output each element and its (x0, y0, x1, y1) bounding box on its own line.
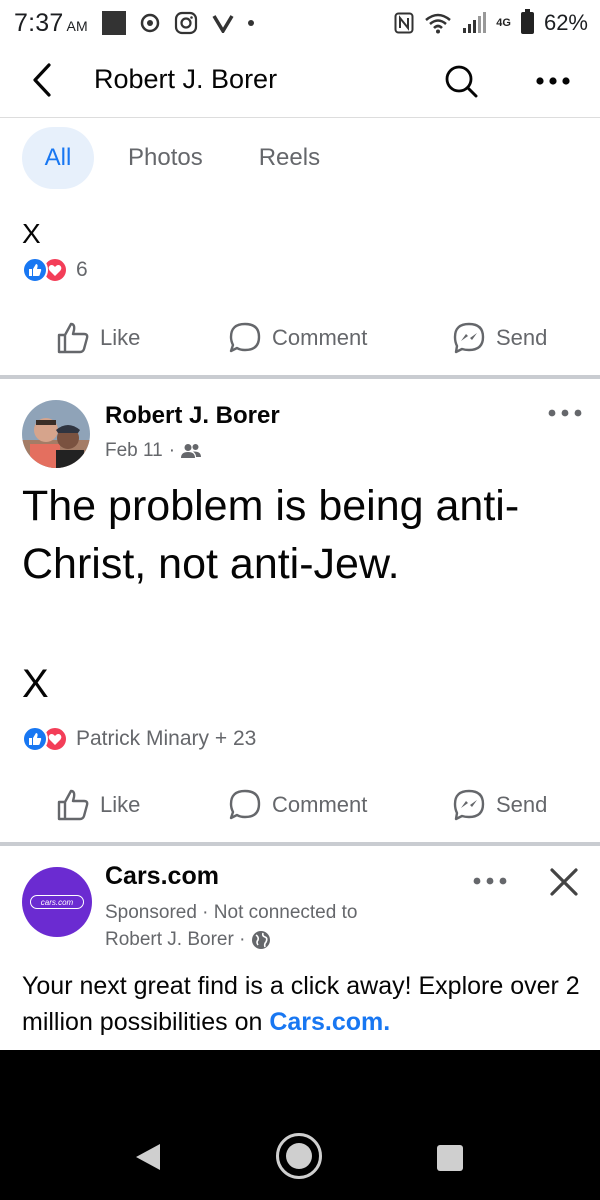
friends-audience-icon (181, 444, 202, 458)
status-bar: 7:37 AM 4G 62% (0, 0, 600, 46)
send-button[interactable]: Send (452, 780, 547, 830)
tab-all[interactable]: All (22, 127, 94, 189)
ad-link[interactable]: Cars.com. (269, 1008, 390, 1036)
post-options-button[interactable] (545, 398, 585, 428)
wifi-icon (425, 13, 452, 34)
back-button[interactable] (22, 60, 62, 100)
nav-recents-icon[interactable] (437, 1145, 463, 1171)
advertiser-name[interactable]: Cars.com (105, 862, 219, 891)
more-options-button[interactable] (530, 60, 576, 102)
search-icon (445, 65, 478, 98)
reaction-names: Patrick Minary + 23 (76, 727, 257, 750)
advertiser-avatar[interactable]: cars.com (22, 867, 92, 937)
header-divider (0, 117, 600, 118)
send-label: Send (496, 325, 548, 350)
avatar[interactable] (22, 400, 90, 468)
verizon-icon (212, 15, 234, 33)
instagram-icon (174, 11, 197, 35)
chevron-left-icon (33, 63, 51, 97)
send-label: Send (496, 792, 548, 817)
like-label: Like (100, 325, 141, 350)
sponsored-label: Sponsored · Not connected to (105, 902, 358, 923)
home-icon (286, 1143, 312, 1169)
like-button[interactable]: Like (56, 780, 140, 830)
like-reaction-icon (22, 257, 48, 283)
tab-reels[interactable]: Reels (259, 127, 320, 189)
search-button[interactable] (440, 60, 482, 102)
like-button[interactable]: Like (56, 313, 140, 363)
comment-icon (229, 322, 261, 353)
post-divider (0, 375, 600, 379)
ad-options-button[interactable] (470, 866, 510, 896)
status-time: 7:37 AM (14, 8, 88, 37)
notification-square-icon (101, 11, 126, 35)
filter-tabs: All Photos Reels (22, 126, 320, 190)
post-action-bar: Like Comment Send (0, 313, 600, 363)
thumbs-up-icon (57, 322, 89, 354)
meta-separator: · (168, 440, 176, 461)
post-author[interactable]: Robert J. Borer (105, 402, 280, 430)
more-notifications-dot-icon (247, 20, 254, 26)
profile-header: Robert J. Borer (0, 46, 600, 116)
comment-button[interactable]: Comment (228, 313, 367, 363)
comment-button[interactable]: Comment (228, 780, 367, 830)
network-type-label: 4G (496, 17, 511, 29)
reaction-summary[interactable]: 6 (22, 257, 88, 283)
comment-label: Comment (272, 325, 368, 350)
tab-photos[interactable]: Photos (128, 127, 203, 189)
globe-icon (252, 931, 271, 949)
hide-ad-button[interactable] (544, 862, 584, 902)
post-date[interactable]: Feb 11 (105, 440, 163, 462)
advertiser-logo-text: cars.com (30, 895, 84, 909)
more-horizontal-icon (548, 409, 582, 417)
connection-name: Robert J. Borer · (105, 929, 246, 950)
close-icon (550, 868, 578, 896)
messenger-icon (453, 322, 485, 354)
nav-home-button[interactable] (276, 1133, 322, 1179)
comment-label: Comment (272, 792, 368, 817)
battery-icon (520, 9, 534, 34)
reaction-summary[interactable]: Patrick Minary + 23 (22, 726, 256, 752)
nfc-icon (394, 12, 414, 34)
post-divider (0, 842, 600, 846)
comment-icon (229, 789, 261, 820)
post-text-x: X (22, 662, 49, 706)
chrome-icon (140, 13, 160, 33)
more-horizontal-icon (473, 877, 507, 885)
messenger-icon (453, 789, 485, 821)
thumbs-up-icon (57, 789, 89, 821)
more-horizontal-icon (536, 77, 570, 85)
post-meta: Feb 11 · (105, 440, 202, 462)
signal-icon (463, 12, 487, 33)
page-title: Robert J. Borer (94, 64, 278, 94)
post-action-bar: Like Comment Send (0, 780, 600, 830)
reaction-count: 6 (76, 258, 88, 281)
ad-body: Your next great find is a click away! Ex… (22, 968, 582, 1040)
post-text: X (22, 218, 41, 249)
ad-meta: Robert J. Borer · (105, 929, 271, 951)
post-text: The problem is being anti-Christ, not an… (22, 482, 520, 588)
like-reaction-icon (22, 726, 48, 752)
send-button[interactable]: Send (452, 313, 547, 363)
nav-back-icon[interactable] (134, 1142, 162, 1172)
battery-percent: 62% (543, 10, 588, 35)
like-label: Like (100, 792, 141, 817)
